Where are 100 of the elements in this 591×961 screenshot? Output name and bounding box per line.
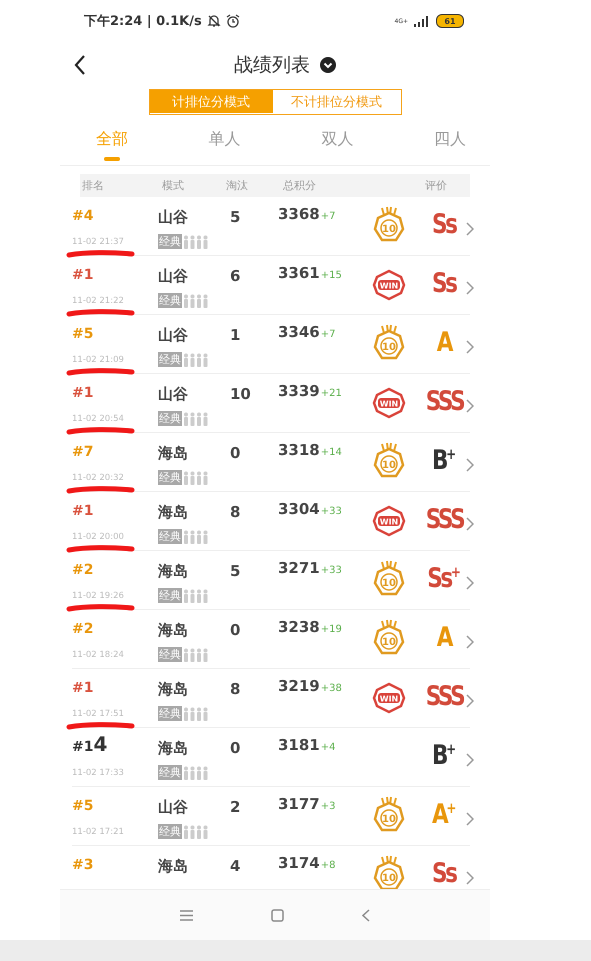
match-time: 11-02 21:22 (72, 296, 124, 306)
mode-tag: 经典 (158, 293, 182, 308)
score-change: +4 (320, 741, 336, 755)
record-row[interactable]: #4 山谷 5 3368+7 11-02 21:37 经典 10 Ss (72, 197, 470, 256)
total-score: 3346 (278, 322, 320, 343)
eliminations: 2 (230, 797, 240, 818)
dropdown-icon[interactable] (320, 57, 336, 73)
record-row[interactable]: #1 海岛 8 3304+33 11-02 20:00 经典 WIN SSS (72, 492, 470, 551)
total-score: 3271 (278, 558, 320, 579)
chevron-right-icon (466, 222, 474, 236)
rank-text: #14 (72, 732, 108, 758)
column-header: 排名 (82, 178, 105, 193)
map-name: 海岛 (158, 502, 188, 523)
column-header: 总积分 (283, 178, 317, 193)
squad-icon (183, 412, 209, 426)
eliminations: 4 (230, 856, 240, 877)
record-row[interactable]: #7 海岛 0 3318+14 11-02 20:32 经典 10 B$^{+}$ (72, 433, 470, 492)
score-change: +8 (320, 859, 336, 873)
grade-rating: A (436, 327, 452, 358)
score-change: +19 (320, 623, 342, 637)
grade-rating: B$^{+}$ (432, 740, 456, 771)
grade-rating: B$^{+}$ (432, 445, 456, 476)
match-time: 11-02 21:37 (72, 237, 124, 247)
grade-rating: A (436, 622, 452, 653)
record-row[interactable]: #14 海岛 0 3181+4 11-02 17:33 经典 B$^{+}$ (72, 728, 470, 787)
mode-tag: 经典 (158, 529, 182, 544)
map-name: 海岛 (158, 620, 188, 641)
match-time: 11-02 17:21 (72, 827, 124, 837)
eliminations: 10 (230, 384, 251, 405)
total-score: 3368 (278, 204, 320, 225)
total-score: 3219 (278, 676, 320, 697)
rank-text: #5 (72, 797, 94, 816)
record-row[interactable]: #2 海岛 5 3271+33 11-02 19:26 经典 10 Ss$^{+}$ (72, 551, 470, 610)
mode-tag: 经典 (158, 411, 182, 426)
chevron-right-icon (466, 752, 474, 766)
grade-rating: Ss (432, 209, 456, 240)
squad-icon (183, 294, 209, 308)
record-row[interactable]: #5 山谷 1 3346+7 11-02 21:09 经典 10 A (72, 315, 470, 374)
eliminations: 0 (230, 620, 240, 641)
mode-tag: 经典 (158, 352, 182, 367)
match-time: 11-02 21:09 (72, 355, 124, 365)
mode-tag: 经典 (158, 588, 182, 603)
squad-icon (183, 588, 209, 602)
home-icon[interactable] (271, 908, 284, 922)
chevron-right-icon (466, 280, 474, 294)
score-change: +7 (320, 210, 336, 224)
battery-icon: 61 (436, 14, 464, 28)
record-row[interactable]: #2 海岛 0 3238+19 11-02 18:24 经典 10 A (72, 610, 470, 669)
grade-rating: Ss (432, 268, 456, 299)
map-name: 海岛 (158, 443, 188, 464)
record-row[interactable]: #1 海岛 8 3219+38 11-02 17:51 经典 WIN SSS (72, 669, 470, 728)
mode-tag: 经典 (158, 647, 182, 662)
map-name: 海岛 (158, 561, 188, 582)
match-time: 11-02 20:00 (72, 532, 124, 542)
total-score: 3238 (278, 617, 320, 638)
alarm-icon (226, 14, 240, 28)
match-time: 11-02 20:32 (72, 473, 124, 483)
record-row[interactable]: #1 山谷 6 3361+15 11-02 21:22 经典 WIN Ss (72, 256, 470, 315)
total-score: 3361 (278, 263, 320, 284)
score-change: +7 (320, 328, 336, 342)
bell-muted-icon (206, 14, 221, 28)
match-time: 11-02 20:54 (72, 414, 124, 424)
rank-text: #5 (72, 325, 94, 344)
chevron-right-icon (466, 694, 474, 708)
grade-rating: Ss$^{+}$ (427, 563, 461, 594)
mode-tag: 经典 (158, 234, 182, 249)
signal-icon (414, 16, 430, 26)
squad-icon (183, 530, 209, 544)
column-header: 淘汰 (226, 178, 249, 193)
squad-icon (183, 706, 209, 720)
rank-text: #7 (72, 443, 94, 462)
squad-icon (183, 824, 209, 838)
map-name: 山谷 (158, 207, 188, 228)
chevron-right-icon (466, 398, 474, 412)
score-change: +21 (320, 387, 342, 401)
back-icon[interactable] (362, 908, 370, 922)
mode-tag: 经典 (158, 765, 182, 780)
total-score: 3174 (278, 853, 320, 874)
rank-text: #1 (72, 679, 94, 698)
total-score: 3304 (278, 499, 320, 520)
eliminations: 1 (230, 325, 240, 346)
record-row[interactable]: #1 山谷 10 3339+21 11-02 20:54 经典 WIN SSS (72, 374, 470, 433)
match-time: 11-02 19:26 (72, 591, 124, 601)
menu-icon[interactable] (180, 910, 193, 920)
squad-icon (183, 648, 209, 662)
map-name: 海岛 (158, 856, 188, 877)
eliminations: 5 (230, 207, 240, 228)
mode-tag: 经典 (158, 824, 182, 839)
grade-rating: SSS (425, 504, 463, 535)
chevron-right-icon (466, 812, 474, 826)
record-row[interactable]: #5 山谷 2 3177+3 11-02 17:21 经典 10 A$^{+}$ (72, 787, 470, 846)
map-name: 山谷 (158, 384, 188, 405)
map-name: 海岛 (158, 679, 188, 700)
grade-rating: SSS (425, 681, 463, 712)
back-button[interactable] (72, 54, 88, 76)
rank-text: #1 (72, 266, 94, 285)
squad-icon (183, 470, 209, 484)
match-time: 11-02 18:24 (72, 650, 124, 660)
chevron-right-icon (466, 458, 474, 472)
rank-text: #4 (72, 207, 94, 226)
